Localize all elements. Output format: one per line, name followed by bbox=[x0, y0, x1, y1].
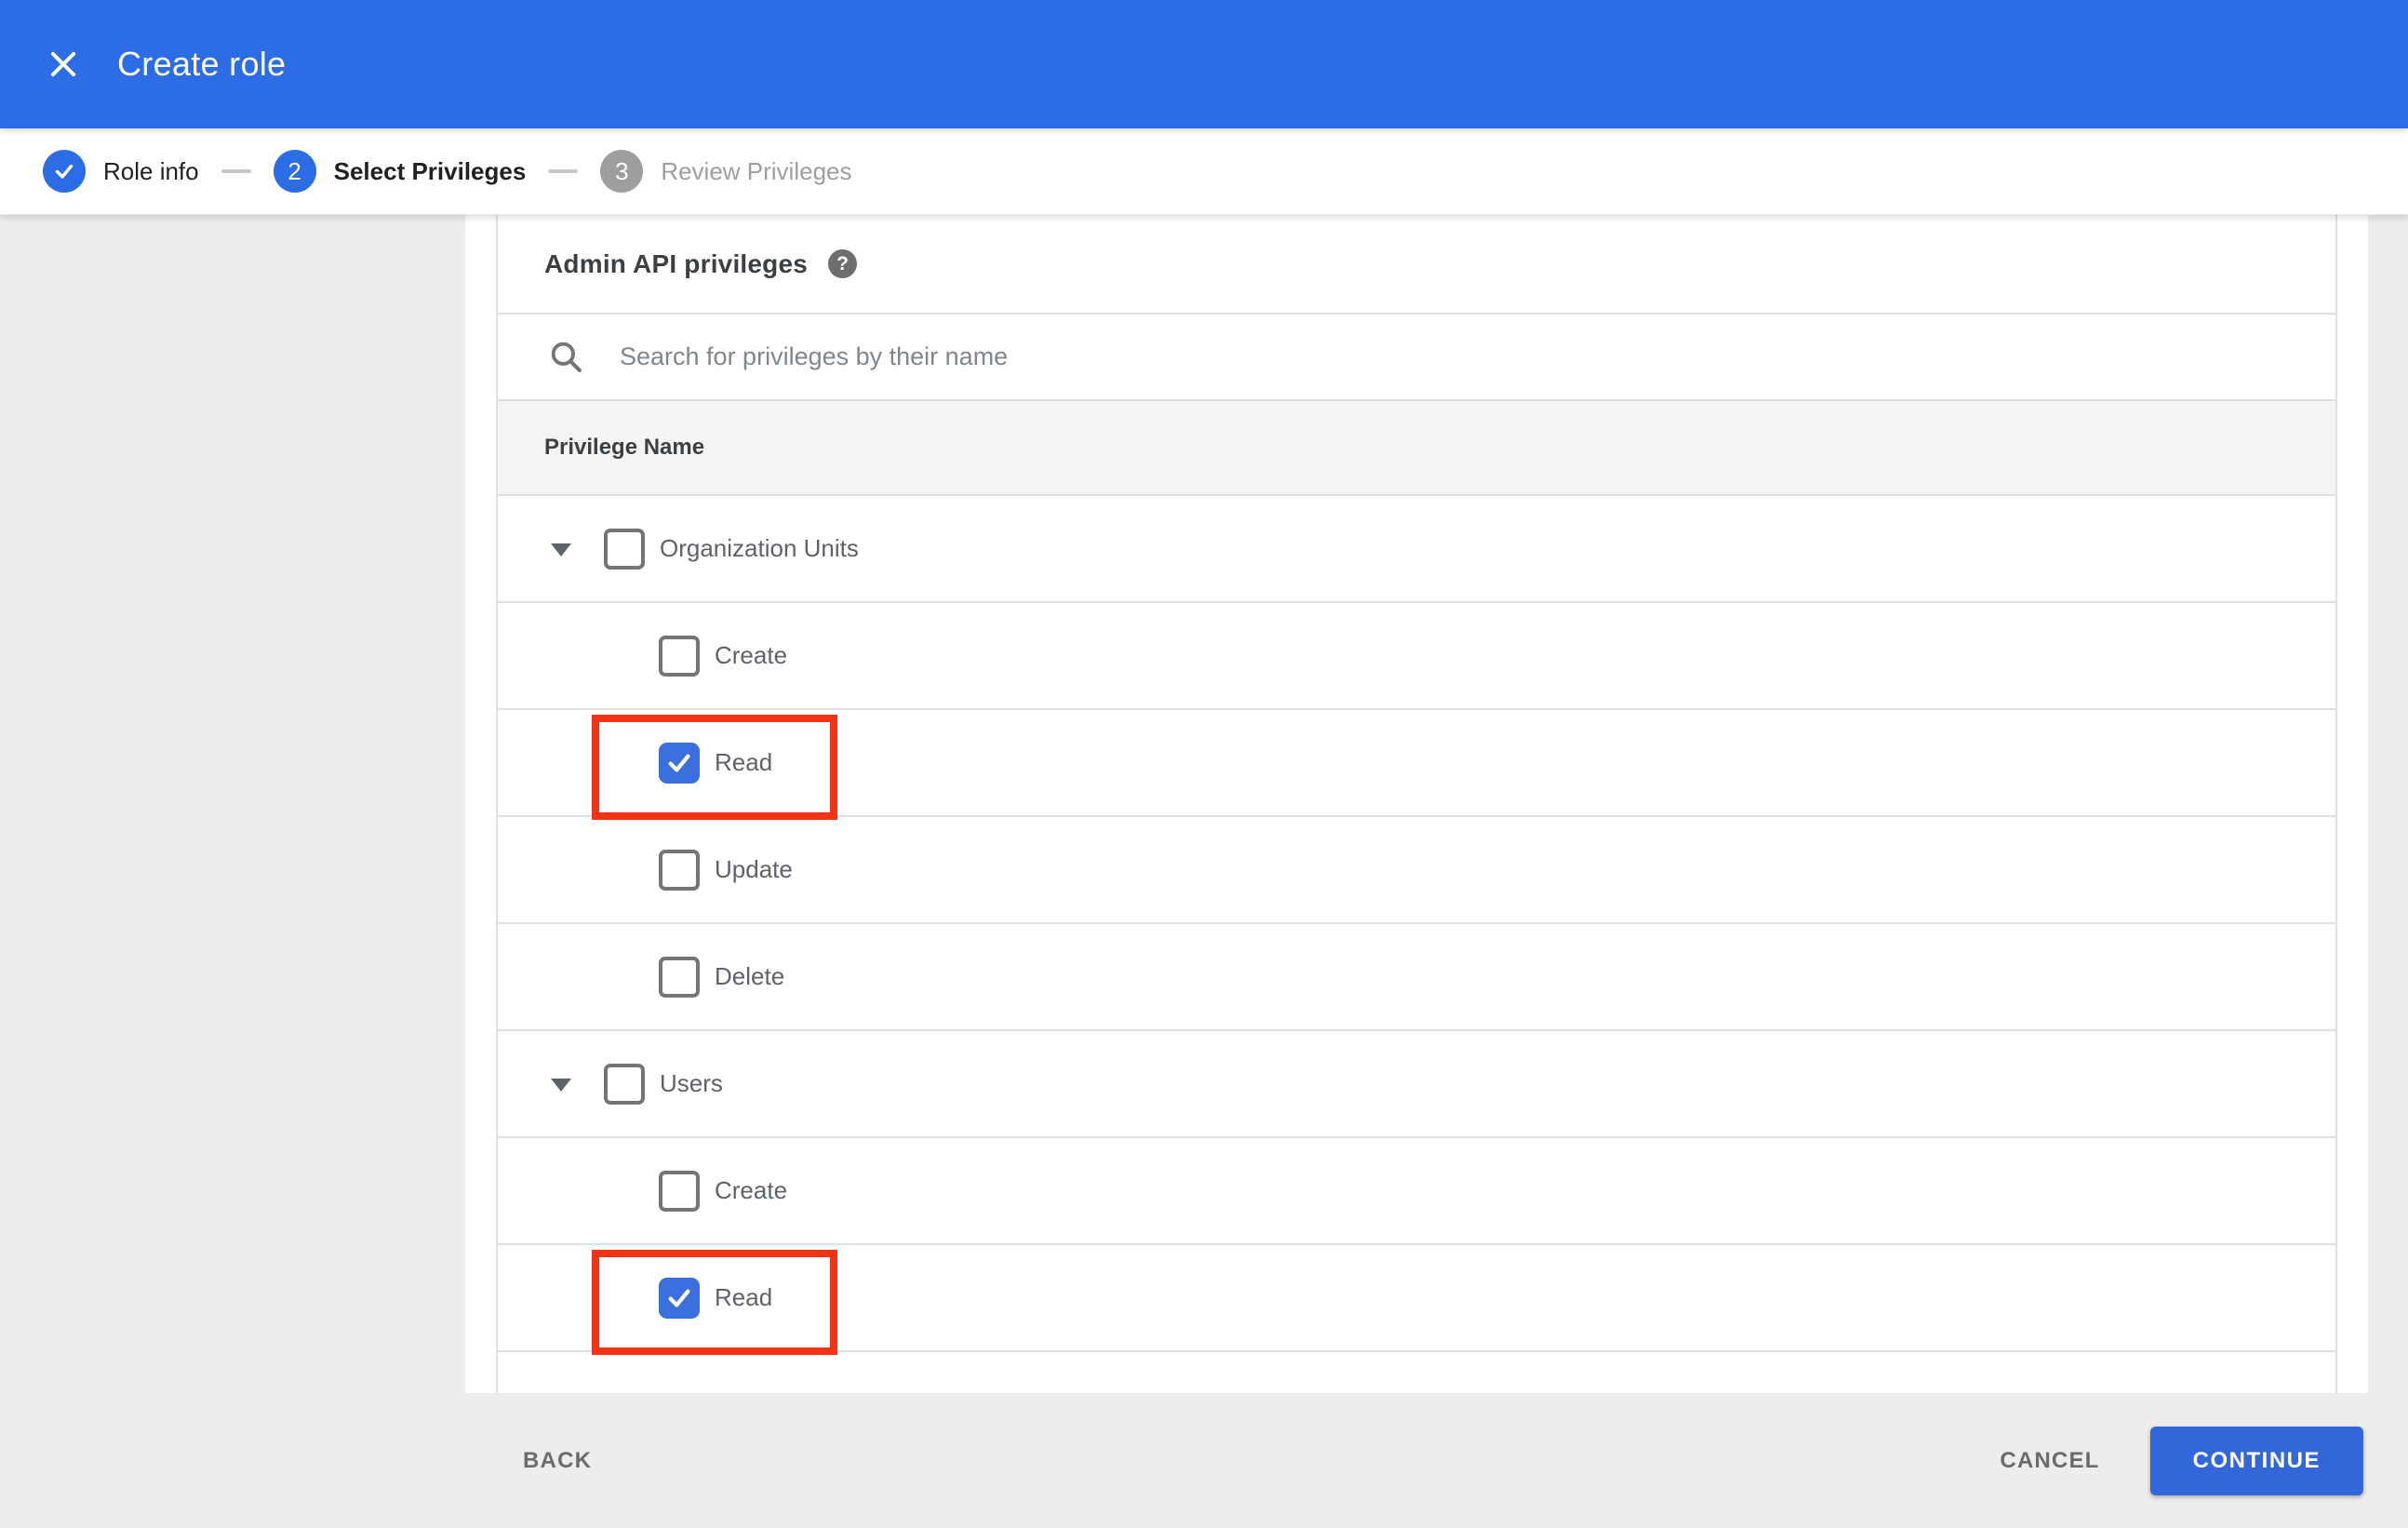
back-button[interactable]: BACK bbox=[523, 1448, 592, 1474]
step-2-label: Select Privileges bbox=[333, 156, 527, 185]
help-icon[interactable]: ? bbox=[828, 249, 858, 278]
privilege-checkbox[interactable] bbox=[659, 635, 700, 677]
checkmark-icon bbox=[668, 1289, 690, 1307]
checkmark-icon bbox=[668, 754, 690, 771]
footer-bar: BACK CANCEL CONTINUE bbox=[0, 1393, 2408, 1528]
step-1-label: Role info bbox=[103, 156, 199, 185]
privilege-row[interactable]: Users bbox=[498, 1031, 2335, 1138]
privilege-row[interactable]: Delete bbox=[498, 924, 2335, 1031]
step-select-privileges[interactable]: 2 Select Privileges bbox=[273, 150, 527, 193]
privilege-row[interactable]: Read bbox=[498, 1245, 2335, 1355]
privilege-checkbox[interactable] bbox=[659, 849, 700, 891]
left-panel bbox=[0, 215, 465, 1393]
privilege-checkbox[interactable] bbox=[659, 1277, 700, 1319]
cancel-button[interactable]: CANCEL bbox=[2000, 1448, 2099, 1474]
expand-arrow-icon[interactable] bbox=[551, 1078, 571, 1092]
close-icon[interactable] bbox=[43, 44, 84, 85]
expand-arrow-icon[interactable] bbox=[551, 543, 571, 556]
dialog-title: Create role bbox=[117, 45, 287, 83]
step-connector bbox=[221, 169, 251, 173]
section-header: Admin API privileges ? bbox=[498, 215, 2335, 315]
stepper: Role info 2 Select Privileges 3 Review P… bbox=[0, 128, 2408, 215]
table-header-label: Privilege Name bbox=[544, 435, 705, 460]
privilege-label: Organization Units bbox=[660, 534, 859, 562]
search-input[interactable] bbox=[618, 342, 2013, 372]
step-review-privileges[interactable]: 3 Review Privileges bbox=[600, 150, 852, 193]
right-gutter bbox=[2368, 215, 2408, 1393]
close-x-glyph bbox=[50, 51, 76, 77]
privilege-label: Users bbox=[660, 1069, 723, 1097]
privilege-label: Delete bbox=[715, 962, 785, 990]
privilege-checkbox[interactable] bbox=[604, 1063, 645, 1105]
privilege-row[interactable]: Organization Units bbox=[498, 496, 2335, 603]
privilege-label: Read bbox=[715, 748, 773, 776]
create-role-dialog: Create role Role info 2 Select Privilege… bbox=[0, 0, 2408, 1528]
privileges-card: Admin API privileges ? Privilege Name Or… bbox=[496, 215, 2337, 1393]
section-title: Admin API privileges bbox=[544, 248, 809, 278]
privilege-row[interactable]: Update bbox=[498, 817, 2335, 924]
privilege-row[interactable]: Create bbox=[498, 603, 2335, 710]
search-row bbox=[498, 315, 2335, 401]
privilege-checkbox[interactable] bbox=[659, 1170, 700, 1212]
step-3-number: 3 bbox=[600, 150, 644, 193]
step-connector bbox=[548, 169, 579, 173]
continue-button[interactable]: CONTINUE bbox=[2149, 1426, 2363, 1495]
privilege-label: Read bbox=[715, 1283, 773, 1311]
step-role-info[interactable]: Role info bbox=[43, 150, 199, 193]
privilege-row[interactable]: Create bbox=[498, 1138, 2335, 1245]
privilege-checkbox[interactable] bbox=[659, 742, 700, 784]
content-area: Admin API privileges ? Privilege Name Or… bbox=[0, 215, 2408, 1393]
search-icon bbox=[551, 342, 582, 372]
privilege-label: Create bbox=[715, 1176, 788, 1204]
privilege-checkbox[interactable] bbox=[659, 956, 700, 998]
app-bar: Create role bbox=[0, 0, 2408, 128]
privilege-rows: Organization Units Create Read Update De… bbox=[498, 496, 2335, 1355]
privilege-label: Create bbox=[715, 641, 788, 669]
table-header: Privilege Name bbox=[498, 401, 2335, 496]
step-3-label: Review Privileges bbox=[661, 156, 852, 185]
privilege-checkbox[interactable] bbox=[604, 528, 645, 570]
step-2-number: 2 bbox=[273, 150, 316, 193]
privilege-row[interactable]: Read bbox=[498, 710, 2335, 820]
privilege-label: Update bbox=[715, 855, 793, 883]
step-1-check-icon bbox=[43, 150, 86, 193]
